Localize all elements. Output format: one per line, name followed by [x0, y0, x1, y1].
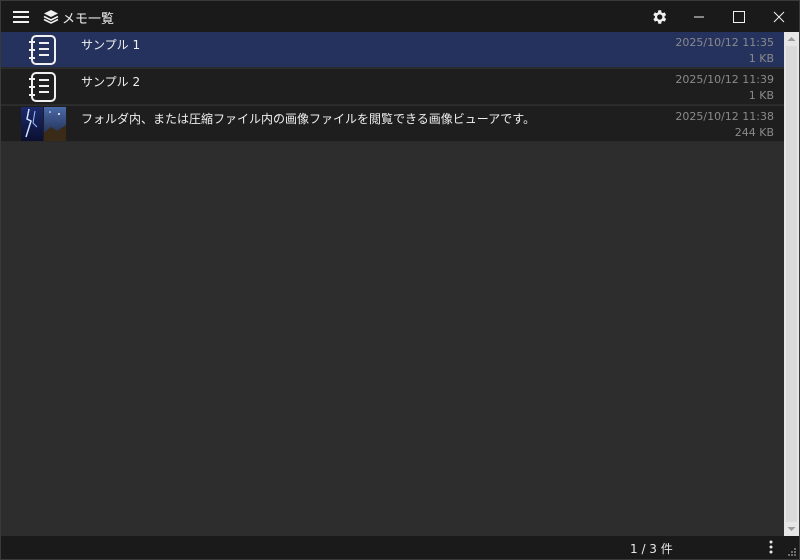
gear-icon	[653, 9, 667, 24]
image-thumbnail	[21, 107, 66, 141]
item-name: サンプル 2	[81, 75, 141, 89]
list-item[interactable]: フォルダ内、または圧縮ファイル内の画像ファイルを閲覧できる画像ビューアです。 2…	[1, 106, 784, 142]
window-title: メモ一覧	[62, 12, 115, 27]
status-bar: 1 / 3 件	[1, 536, 799, 559]
scrollbar-track[interactable]	[786, 46, 797, 522]
maximize-icon	[733, 10, 745, 23]
hamburger-menu-icon[interactable]	[9, 6, 35, 28]
scroll-up-icon[interactable]	[784, 32, 799, 46]
item-date: 2025/10/12 11:38	[675, 110, 774, 123]
item-name: フォルダ内、または圧縮ファイル内の画像ファイルを閲覧できる画像ビューアです。	[81, 112, 536, 126]
close-icon	[773, 11, 785, 22]
item-size: 244 KB	[734, 126, 774, 139]
minimize-icon	[694, 16, 704, 17]
stacked-layers-icon	[43, 10, 59, 24]
app-window: メモ一覧 サンプル 1 2025/10/12 11:35 1 KB サンプル 2…	[0, 0, 800, 560]
scroll-down-icon[interactable]	[784, 522, 799, 536]
item-name: サンプル 1	[81, 38, 141, 52]
item-date: 2025/10/12 11:39	[675, 73, 774, 86]
vertical-scrollbar[interactable]	[784, 32, 799, 536]
title-bar: メモ一覧	[1, 1, 799, 32]
list-item[interactable]: サンプル 1 2025/10/12 11:35 1 KB	[1, 32, 784, 68]
item-size: 1 KB	[748, 89, 774, 102]
item-size: 1 KB	[748, 52, 774, 65]
item-count: 1 / 3 件	[630, 542, 673, 556]
list-item[interactable]: サンプル 2 2025/10/12 11:39 1 KB	[1, 69, 784, 105]
resize-grip-icon[interactable]	[787, 547, 797, 557]
item-date: 2025/10/12 11:35	[675, 36, 774, 49]
notebook-icon	[29, 72, 56, 102]
notebook-icon	[29, 35, 56, 65]
minimize-button[interactable]	[679, 1, 719, 32]
settings-button[interactable]	[639, 1, 679, 32]
maximize-button[interactable]	[719, 1, 759, 32]
more-options-icon[interactable]	[763, 538, 779, 556]
close-button[interactable]	[759, 1, 799, 32]
memo-list[interactable]: サンプル 1 2025/10/12 11:35 1 KB サンプル 2 2025…	[1, 32, 784, 536]
